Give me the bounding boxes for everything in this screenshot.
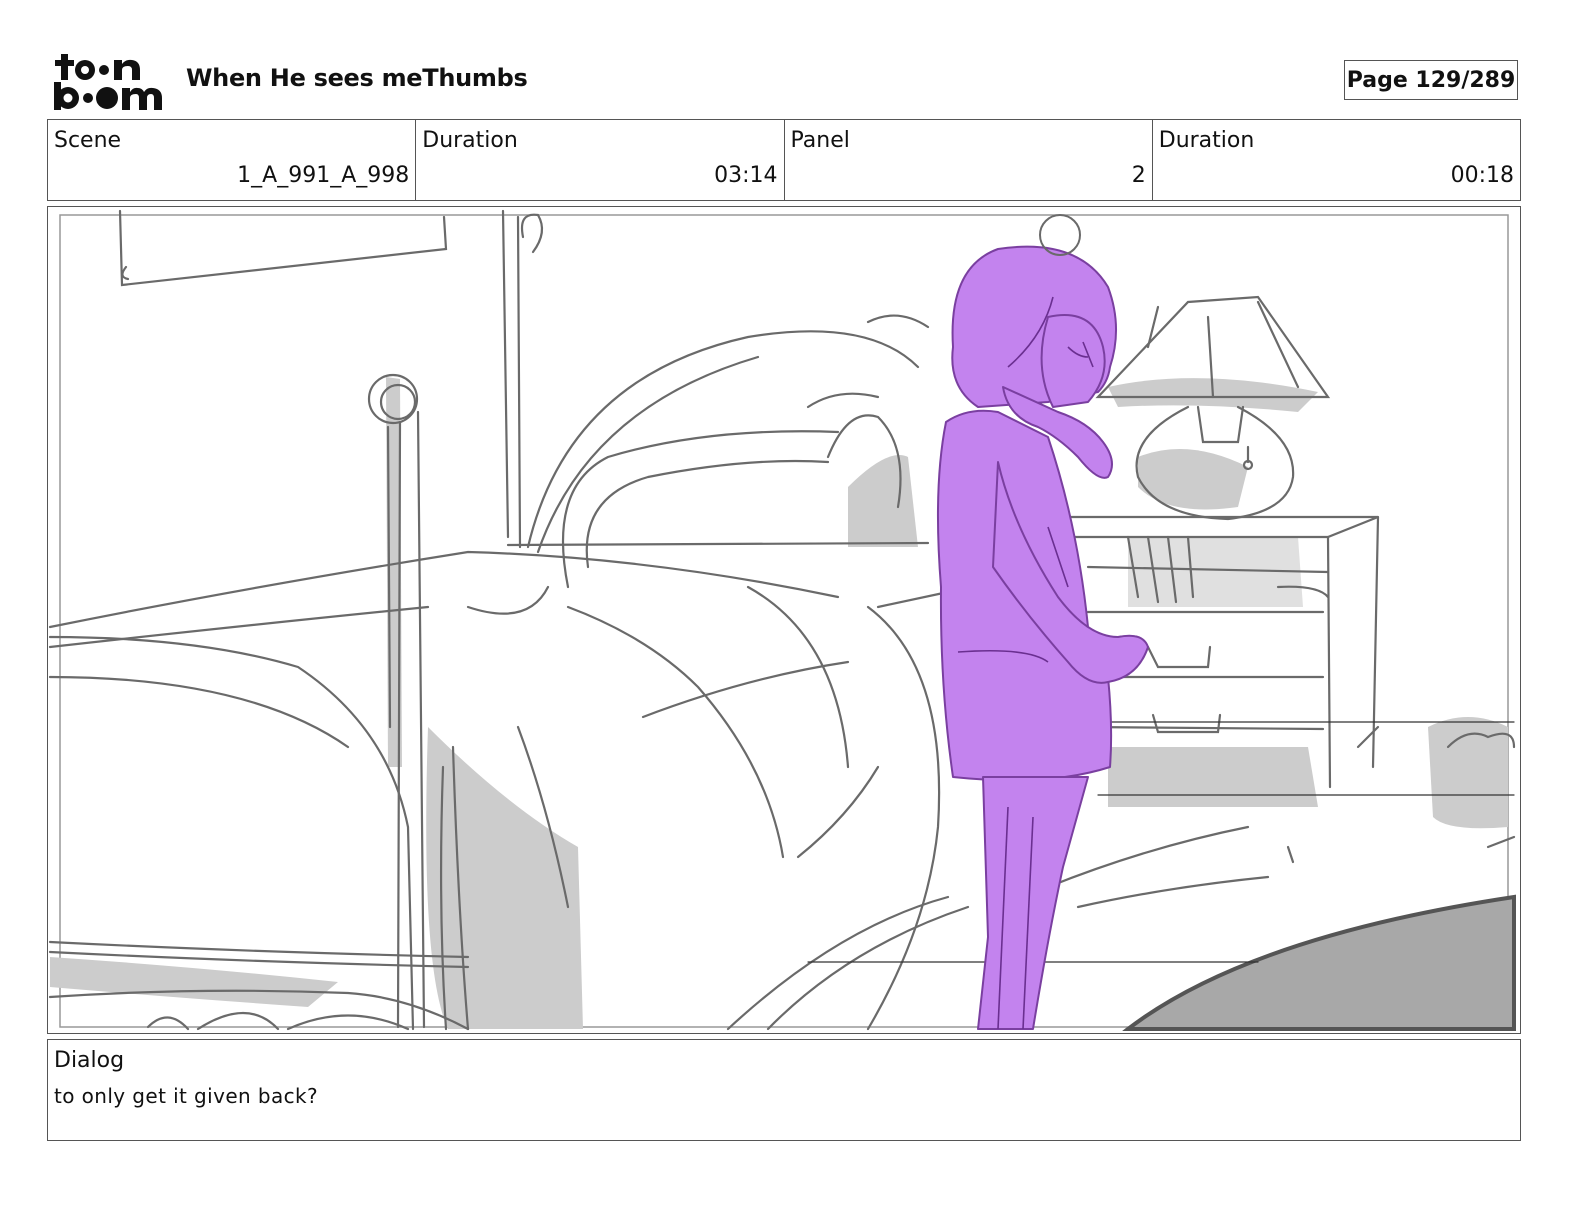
page-number: Page 129/289: [1344, 60, 1518, 100]
scene-duration-value: 03:14: [714, 163, 778, 188]
panel-duration-cell: Duration 00:18: [1153, 120, 1520, 200]
bedroom-sketch: [48, 209, 1516, 1031]
panel-duration-value: 00:18: [1450, 163, 1514, 188]
safe-frame: [59, 214, 1509, 1028]
scene-duration-cell: Duration 03:14: [416, 120, 785, 200]
scene-value: 1_A_991_A_998: [237, 163, 410, 188]
dialog-label: Dialog: [54, 1048, 125, 1073]
storyboard-panel: [47, 206, 1521, 1034]
dialog-box: Dialog to only get it given back?: [47, 1039, 1521, 1141]
panel-value: 2: [1131, 163, 1146, 188]
dialog-text: to only get it given back?: [54, 1084, 319, 1108]
document-title: When He sees meThumbs: [186, 64, 528, 92]
panel-label: Panel: [790, 128, 850, 153]
panel-sketch: [48, 209, 1516, 1031]
girl-character: [936, 245, 1149, 1030]
round-rug: [1122, 894, 1516, 1031]
panel-duration-label: Duration: [1158, 128, 1255, 153]
shadows: [50, 377, 1508, 1029]
scene-info-table: Scene 1_A_991_A_998 Duration 03:14 Panel…: [47, 119, 1521, 201]
scene-duration-label: Duration: [422, 128, 518, 153]
scene-cell: Scene 1_A_991_A_998: [48, 120, 417, 200]
hair-bun-sketch: [1039, 214, 1081, 256]
scene-label: Scene: [54, 128, 122, 153]
panel-cell: Panel 2: [785, 120, 1153, 200]
toonboom-logo: [52, 52, 164, 112]
